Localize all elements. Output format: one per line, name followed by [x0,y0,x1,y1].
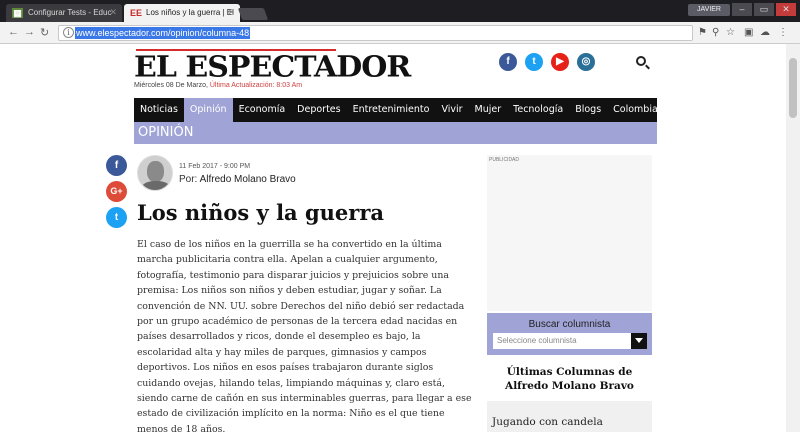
twitter-icon[interactable]: t [525,53,543,71]
share-twitter-icon[interactable]: t [106,207,127,228]
bookmark-star-icon[interactable]: ☆ [726,27,735,38]
columnist-finder: Buscar columnista Seleccione columnista [487,313,652,355]
search-icon[interactable] [636,56,646,66]
byline-prefix: Por: [179,174,198,185]
nav-item-economia[interactable]: Economía [233,98,292,122]
nav-item-deportes[interactable]: Deportes [291,98,346,122]
scrollbar-thumb[interactable] [789,58,797,118]
extension-icon[interactable]: ⚑ [698,27,707,38]
close-window-button[interactable]: ✕ [776,3,796,16]
new-tab-button[interactable] [237,8,269,20]
last-update: Última Actualización: 8:03 Am [209,82,303,89]
url-text[interactable]: www.elespectador.com/opinion/columna-48 [75,27,251,39]
dateline: Miércoles 08 De Marzo, Última Actualizac… [134,82,302,89]
extension-icon[interactable]: ▣ [744,27,753,38]
window-controls: – ▭ ✕ [732,3,796,16]
minimize-button[interactable]: – [732,3,752,16]
select-placeholder: Seleccione columnista [497,336,577,345]
social-links: f t ▶ ◎ [499,53,595,71]
avatar-head [147,161,164,182]
share-facebook-icon[interactable]: f [106,155,127,176]
latest-columns-title: Últimas Columnas de Alfredo Molano Bravo [505,366,634,392]
extension-icon[interactable]: ☁ [760,27,770,38]
browser-toolbar: ← → ↻ i www.elespectador.com/opinion/col… [0,22,800,44]
info-icon[interactable]: i [63,27,74,38]
nav-item-noticias[interactable]: Noticias [134,98,184,122]
author-name[interactable]: Alfredo Molano Bravo [200,174,296,185]
nav-item-mujer[interactable]: Mujer [469,98,508,122]
youtube-icon[interactable]: ▶ [551,53,569,71]
nav-item-opinion[interactable]: Opinión [183,98,233,122]
browser-chrome: ▦ Configurar Tests - Educ ✕ EE Los niños… [0,0,800,44]
facebook-icon[interactable]: f [499,53,517,71]
address-bar[interactable]: i www.elespectador.com/opinion/columna-4… [58,25,693,41]
main-nav: Noticias Opinión Economía Deportes Entre… [134,98,685,122]
nav-item-colombia-2020[interactable]: Colombia 2020 [607,98,691,122]
web-page: EL ESPECTADOR Miércoles 08 De Marzo, Últ… [0,44,786,432]
chevron-down-icon[interactable] [631,333,647,349]
page-scrollbar[interactable] [786,44,800,432]
menu-icon[interactable]: ⋮ [778,27,788,38]
finder-title: Buscar columnista [528,319,611,330]
nav-item-blogs[interactable]: Blogs [569,98,607,122]
close-tab-icon[interactable]: ✕ [227,7,235,18]
latest-column-card[interactable]: Jugando con candela [487,401,652,432]
reload-icon[interactable]: ↻ [40,26,49,39]
tab-label: Configurar Tests - Educ [28,8,112,17]
columnist-select[interactable]: Seleccione columnista [493,333,647,349]
site-logo[interactable]: EL ESPECTADOR [134,51,411,84]
publish-date: 11 Feb 2017 - 9:00 PM [179,163,251,170]
zoom-icon[interactable]: ⚲ [712,27,719,38]
section-header: OPINIÓN [134,122,657,144]
tab-strip: ▦ Configurar Tests - Educ ✕ EE Los niños… [0,0,800,22]
maximize-button[interactable]: ▭ [754,3,774,16]
byline: Por: Alfredo Molano Bravo [179,174,296,185]
back-icon[interactable]: ← [8,26,19,38]
el-espectador-favicon-icon: EE [130,8,143,18]
close-tab-icon[interactable]: ✕ [109,7,117,18]
avatar-body [142,181,170,190]
tab-los-ninos[interactable]: EE Los niños y la guerra | El ✕ [124,4,240,22]
tab-label: Los niños y la guerra | El [146,8,234,17]
ad-label: PUBLICIDAD [489,157,520,163]
instagram-icon[interactable]: ◎ [577,53,595,71]
share-google-plus-icon[interactable]: G+ [106,181,127,202]
article-body: El caso de los niños en la guerrilla se … [137,239,472,432]
tab-configurar-tests[interactable]: ▦ Configurar Tests - Educ ✕ [6,4,122,22]
latest-column-title[interactable]: Jugando con candela [492,416,603,428]
nav-item-entretenimiento[interactable]: Entretenimiento [347,98,436,122]
profile-button[interactable]: JAVIER [688,4,730,16]
current-date: Miércoles 08 De Marzo, [134,82,208,89]
ad-slot[interactable]: PUBLICIDAD [487,155,652,311]
educ-favicon-icon: ▦ [12,8,23,18]
forward-icon[interactable]: → [24,26,35,38]
nav-item-vivir[interactable]: Vivir [435,98,468,122]
article-title: Los niños y la guerra [137,200,385,225]
author-avatar[interactable] [137,155,173,191]
nav-item-tecnologia[interactable]: Tecnología [507,98,569,122]
